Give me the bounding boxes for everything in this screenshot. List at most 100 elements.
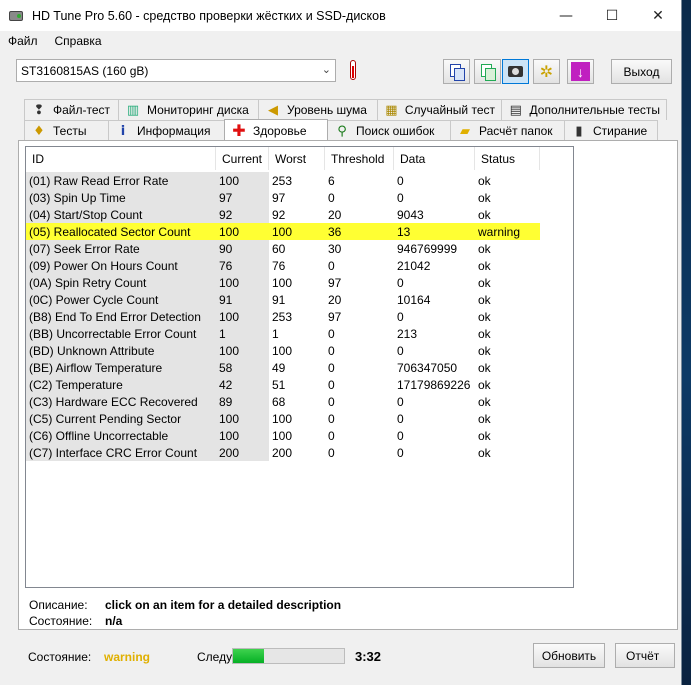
table-row[interactable]: (BD) Unknown Attribute 100 100 0 0 ok [26, 342, 540, 359]
tab-label: Дополнительные тесты [529, 103, 660, 117]
cell-worst: 91 [272, 292, 286, 307]
cell-status: ok [478, 207, 491, 222]
smart-table[interactable]: ID Current Worst Threshold Data Status (… [25, 146, 574, 588]
close-button[interactable]: ✕ [635, 0, 681, 31]
cell-current: 42 [216, 376, 269, 393]
cell-data: 17179869226 [397, 377, 471, 392]
table-row[interactable]: (07) Seek Error Rate 90 60 30 946769999 ok [26, 240, 540, 257]
table-row[interactable]: (05) Reallocated Sector Count 100 100 36 13 w… [26, 223, 540, 240]
cell-current: 100 [216, 274, 269, 291]
table-row[interactable]: (C6) Offline Uncorrectable 100 100 0 0 ok [26, 427, 540, 444]
column-header-data[interactable]: Data [394, 147, 475, 170]
tab-noise-level[interactable]: ◀ Уровень шума [258, 99, 378, 120]
cell-worst: 100 [272, 343, 293, 358]
erase-icon: ▮ [575, 123, 583, 139]
status-bar: Состояние: warning Следующее 3:32 Обнови… [18, 638, 678, 678]
tab-folder-usage[interactable]: ▰ Расчёт папок [450, 120, 565, 141]
update-button[interactable]: Обновить [533, 643, 605, 668]
tab-benchmark[interactable]: ♦ Тесты [24, 120, 109, 141]
cell-data: 0 [397, 411, 404, 426]
maximize-button[interactable]: ☐ [589, 0, 635, 31]
tab-error-scan[interactable]: ⚲ Поиск ошибок [327, 120, 451, 141]
column-header-current[interactable]: Current [216, 147, 269, 170]
table-row[interactable]: (03) Spin Up Time 97 97 0 0 ok [26, 189, 540, 206]
random-icon: ▦ [385, 102, 398, 118]
column-header-id[interactable]: ID [26, 147, 216, 170]
temperature-button[interactable] [342, 56, 364, 84]
cell-status: ok [478, 241, 491, 256]
tab-label: Поиск ошибок [356, 124, 435, 138]
cell-id: (09) Power On Hours Count [26, 257, 216, 274]
cell-id: (BE) Airflow Temperature [26, 359, 216, 376]
menu-help[interactable]: Справка [55, 34, 102, 48]
column-header-threshold[interactable]: Threshold [325, 147, 394, 170]
table-row[interactable]: (09) Power On Hours Count 76 76 0 21042 ok [26, 257, 540, 274]
cell-worst: 76 [272, 258, 286, 273]
copy-text-button[interactable] [443, 59, 470, 84]
table-row[interactable]: (B8) End To End Error Detection 100 253 97 0… [26, 308, 540, 325]
cell-threshold: 0 [328, 377, 335, 392]
cell-id: (0A) Spin Retry Count [26, 274, 216, 291]
table-row[interactable]: (C5) Current Pending Sector 100 100 0 0 ok [26, 410, 540, 427]
tab-label: Уровень шума [287, 103, 367, 117]
tab-info[interactable]: i Информация [108, 120, 225, 141]
table-row[interactable]: (BE) Airflow Temperature 58 49 0 706347050 ok [26, 359, 540, 376]
tab-random-test[interactable]: ▦ Случайный тест [377, 99, 502, 120]
cell-worst: 100 [272, 275, 293, 290]
exit-button[interactable]: Выход [611, 59, 672, 84]
drive-select[interactable]: ST3160815AS (160 gB) ⌄ [16, 59, 336, 82]
tab-label: Файл-тест [53, 103, 111, 117]
copy-image-button[interactable] [474, 59, 501, 84]
cell-data: 13 [394, 223, 475, 240]
cell-threshold: 0 [328, 190, 335, 205]
cell-threshold: 0 [328, 343, 335, 358]
cell-status: ok [478, 190, 491, 205]
cell-threshold: 20 [328, 207, 342, 222]
table-row[interactable]: (C2) Temperature 42 51 0 17179869226 ok [26, 376, 540, 393]
tab-file-test[interactable]: ❢ Файл-тест [24, 99, 119, 120]
health-panel: ID Current Worst Threshold Data Status (… [18, 140, 678, 630]
table-row[interactable]: (BB) Uncorrectable Error Count 1 1 0 213 ok [26, 325, 540, 342]
title-bar[interactable]: HD Tune Pro 5.60 - средство проверки жёс… [0, 0, 681, 31]
camera-icon [508, 66, 523, 77]
cell-status: ok [478, 343, 491, 358]
table-row[interactable]: (0A) Spin Retry Count 100 100 97 0 ok [26, 274, 540, 291]
column-header-status[interactable]: Status [475, 147, 540, 170]
tab-health[interactable]: ✚ Здоровье [224, 119, 328, 141]
cell-threshold: 0 [328, 411, 335, 426]
options-button[interactable]: ✲ [533, 59, 560, 84]
table-row[interactable]: (0C) Power Cycle Count 91 91 20 10164 ok [26, 291, 540, 308]
cell-status: ok [478, 445, 491, 460]
table-row[interactable]: (01) Raw Read Error Rate 100 253 6 0 ok [26, 172, 540, 189]
report-button[interactable]: Отчёт [615, 643, 675, 668]
copy-text-icon [450, 64, 465, 81]
hdtune-app-icon [8, 8, 24, 24]
chevron-down-icon: ⌄ [321, 64, 331, 76]
cell-current: 97 [216, 189, 269, 206]
cell-id: (0C) Power Cycle Count [26, 291, 216, 308]
tab-extra-tests[interactable]: ▤ Дополнительные тесты [501, 99, 667, 120]
cell-current: 76 [216, 257, 269, 274]
thermometer-icon [350, 60, 356, 80]
cell-worst: 100 [269, 223, 325, 240]
table-row[interactable]: (C7) Interface CRC Error Count 200 200 0 0 ok [26, 444, 540, 461]
column-header-worst[interactable]: Worst [269, 147, 325, 170]
next-update-time: 3:32 [355, 649, 382, 664]
attribute-state-label: Состояние: [29, 614, 93, 628]
table-header: ID Current Worst Threshold Data Status [26, 147, 540, 170]
save-button[interactable]: ↓ [567, 59, 594, 84]
cell-status: ok [478, 326, 491, 341]
magnifier-icon: ⚲ [337, 123, 347, 139]
table-row[interactable]: (04) Start/Stop Count 92 92 20 9043 ok [26, 206, 540, 223]
tab-erase[interactable]: ▮ Стирание [564, 120, 658, 141]
tab-label: Тесты [53, 124, 87, 138]
menu-file[interactable]: Файл [8, 34, 38, 48]
minimize-button[interactable]: — [543, 0, 589, 31]
table-row[interactable]: (C3) Hardware ECC Recovered 89 68 0 0 ok [26, 393, 540, 410]
cell-data: 706347050 [397, 360, 458, 375]
cell-current: 91 [216, 291, 269, 308]
tab-disk-monitor[interactable]: ▥ Мониторинг диска [118, 99, 259, 120]
screenshot-button[interactable] [502, 59, 529, 84]
cell-current: 100 [216, 223, 269, 240]
health-status-value: warning [104, 650, 151, 664]
